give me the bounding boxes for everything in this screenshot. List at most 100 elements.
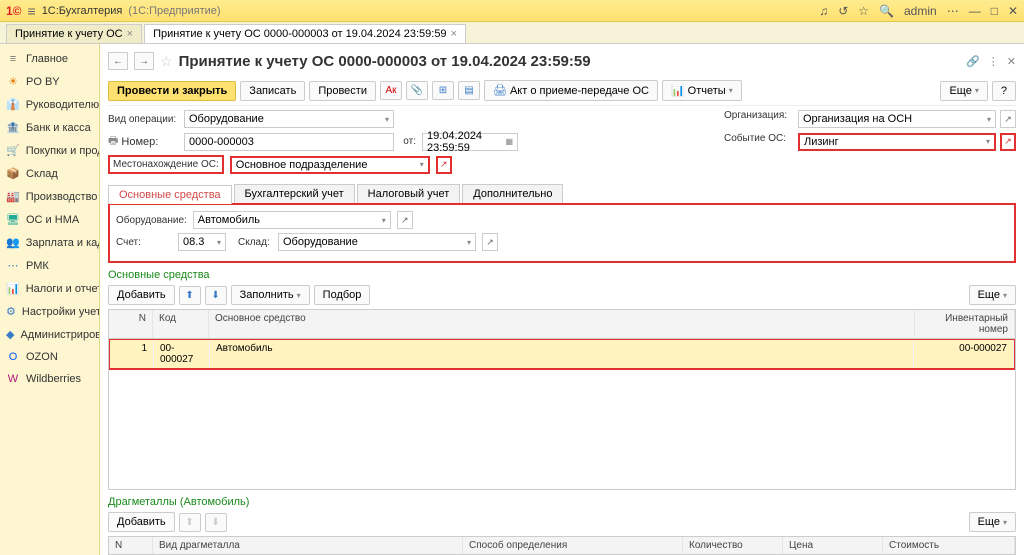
op-type-field[interactable]: Оборудование▾: [184, 110, 394, 128]
col-vid[interactable]: Вид драгметалла: [153, 537, 463, 554]
inner-tabs: Основные средства Бухгалтерский учет Нал…: [108, 184, 1016, 204]
org-open-button[interactable]: ↗: [1000, 110, 1016, 128]
table-row[interactable]: 1 00-000027 Автомобиль 00-000027: [109, 339, 1015, 370]
post-and-close-button[interactable]: Провести и закрыть: [108, 81, 236, 101]
number-field[interactable]: 0000-000003: [184, 133, 394, 151]
sidebar-item-11[interactable]: ⚙Настройки учета: [0, 300, 99, 323]
structure-button[interactable]: ⊞: [432, 81, 454, 100]
post-button[interactable]: Провести: [309, 81, 376, 101]
event-label: Событие ОС:: [724, 133, 794, 151]
tab-os[interactable]: Основные средства: [108, 185, 232, 204]
attach-button[interactable]: 📎: [406, 81, 428, 100]
nav-back-button[interactable]: ←: [108, 52, 128, 70]
sidebar-icon: 🏦: [6, 121, 20, 134]
col-kod[interactable]: Код: [153, 310, 209, 338]
os-up-button[interactable]: ⬆: [179, 286, 201, 305]
sidebar-item-6[interactable]: 🏭Производство: [0, 185, 99, 208]
col-kol[interactable]: Количество: [683, 537, 783, 554]
doc-tab-label: Принятие к учету ОС: [15, 28, 123, 40]
print-act-button[interactable]: 🖨Акт о приеме-передаче ОС: [484, 80, 658, 101]
star-icon[interactable]: ☆: [858, 4, 869, 18]
close-icon[interactable]: ✕: [1008, 4, 1018, 18]
sidebar-icon: ⚙: [6, 305, 16, 318]
account-field[interactable]: 08.3▾: [178, 233, 226, 251]
sidebar-item-7[interactable]: 🖥ОС и НМА: [0, 208, 99, 231]
col-sp[interactable]: Способ определения: [463, 537, 683, 554]
more-button[interactable]: Еще▾: [940, 81, 987, 101]
sidebar-item-8[interactable]: 👥 Зарплата и кадры: [0, 231, 99, 254]
menu-icon[interactable]: ≡: [28, 3, 36, 19]
user-label[interactable]: admin: [904, 4, 937, 18]
basis-button[interactable]: ▤: [458, 81, 480, 100]
col-st[interactable]: Стоимость: [883, 537, 1015, 554]
sidebar-icon: ≡: [6, 53, 20, 65]
favorite-star-icon[interactable]: ☆: [160, 53, 173, 70]
col-n[interactable]: N: [109, 537, 153, 554]
sidebar-item-13[interactable]: OOZON: [0, 346, 99, 368]
reports-button[interactable]: 📊Отчеты▾: [662, 80, 742, 101]
tab-dop[interactable]: Дополнительно: [462, 184, 563, 203]
sidebar-item-9[interactable]: ⋯РМК: [0, 254, 99, 277]
dm-add-button[interactable]: Добавить: [108, 512, 175, 532]
wh-open-button[interactable]: ↗: [482, 233, 498, 251]
date-field[interactable]: 19.04.2024 23:59:59▦: [422, 133, 518, 151]
sidebar-item-5[interactable]: 📦Склад: [0, 162, 99, 185]
sidebar-label: Зарплата и кадры: [26, 237, 100, 249]
help-button[interactable]: ?: [992, 81, 1016, 101]
os-add-button[interactable]: Добавить: [108, 285, 175, 305]
doc-tab-1[interactable]: Принятие к учету ОС 0000-000003 от 19.04…: [144, 24, 466, 43]
op-type-label: Вид операции:: [108, 114, 178, 125]
sidebar-item-12[interactable]: ◆Администрирование: [0, 323, 99, 346]
col-cena[interactable]: Цена: [783, 537, 883, 554]
dm-more-button[interactable]: Еще▾: [969, 512, 1016, 532]
sidebar-item-0[interactable]: ≡Главное: [0, 48, 99, 70]
col-inv[interactable]: Инвентарный номер: [915, 310, 1015, 338]
sidebar-icon: 🖥: [6, 213, 20, 226]
minimize-icon[interactable]: —: [969, 4, 981, 18]
sidebar-item-1[interactable]: ☀PO BY: [0, 70, 99, 93]
tab-close-icon[interactable]: ×: [451, 28, 457, 40]
sidebar-item-10[interactable]: 📊Налоги и отчетность: [0, 277, 99, 300]
history-icon[interactable]: ↺: [838, 4, 848, 18]
tab-close-icon[interactable]: ×: [127, 28, 133, 40]
tab-nal[interactable]: Налоговый учет: [357, 184, 461, 203]
os-fill-button[interactable]: Заполнить▾: [231, 285, 310, 305]
equip-field[interactable]: Автомобиль▾: [193, 211, 391, 229]
nav-fwd-button[interactable]: →: [134, 52, 154, 70]
tab-buh[interactable]: Бухгалтерский учет: [234, 184, 355, 203]
bell-icon[interactable]: ♫: [819, 4, 828, 18]
wh-field[interactable]: Оборудование▾: [278, 233, 476, 251]
settings-icon[interactable]: ⋯: [947, 4, 959, 18]
doc-tab-0[interactable]: Принятие к учету ОС ×: [6, 24, 142, 43]
save-button[interactable]: Записать: [240, 81, 305, 101]
loc-open-button[interactable]: ↗: [436, 156, 452, 174]
os-down-button[interactable]: ⬇: [205, 286, 227, 305]
org-field[interactable]: Организация на ОСН▾: [798, 110, 996, 128]
more-icon[interactable]: ⋮: [988, 55, 999, 68]
sidebar-label: Склад: [26, 168, 58, 180]
sidebar-label: Руководителю: [26, 99, 99, 111]
dm-up-button[interactable]: ⬆: [179, 513, 201, 532]
sidebar-icon: 👥: [6, 236, 20, 249]
col-n[interactable]: N: [109, 310, 153, 338]
dm-down-button[interactable]: ⬇: [205, 513, 227, 532]
loc-field[interactable]: Основное подразделение▾: [230, 156, 430, 174]
sidebar-item-2[interactable]: 👔Руководителю: [0, 93, 99, 116]
sidebar-label: OZON: [26, 351, 58, 363]
os-pick-button[interactable]: Подбор: [314, 285, 371, 305]
sidebar-label: Покупки и продажи: [26, 145, 100, 157]
form-toolbar: Провести и закрыть Записать Провести Ак …: [108, 76, 1016, 106]
search-icon[interactable]: 🔍: [879, 4, 894, 18]
col-name[interactable]: Основное средство: [209, 310, 915, 338]
sidebar-item-3[interactable]: 🏦Банк и касса: [0, 116, 99, 139]
close-form-icon[interactable]: ✕: [1007, 55, 1016, 68]
link-icon[interactable]: 🔗: [966, 55, 980, 68]
os-more-button[interactable]: Еще▾: [969, 285, 1016, 305]
event-open-button[interactable]: ↗: [1000, 133, 1016, 151]
event-field[interactable]: Лизинг▾: [798, 133, 996, 151]
sidebar-item-4[interactable]: 🛒Покупки и продажи: [0, 139, 99, 162]
equip-open-button[interactable]: ↗: [397, 211, 413, 229]
sidebar-item-14[interactable]: WWildberries: [0, 368, 99, 390]
movements-button[interactable]: Ак: [380, 81, 402, 100]
maximize-icon[interactable]: □: [991, 4, 998, 18]
